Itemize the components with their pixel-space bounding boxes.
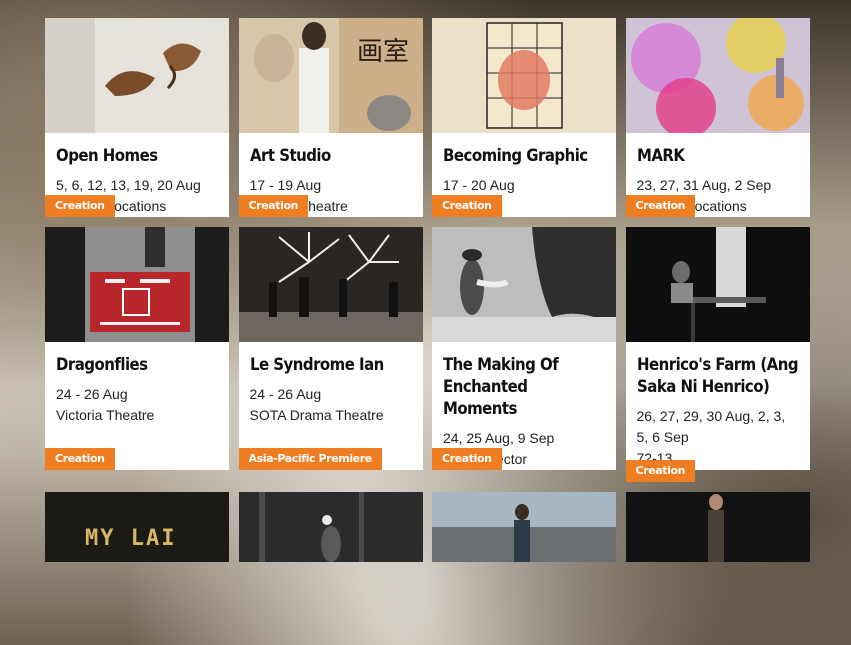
event-title[interactable]: Henrico's Farm (Ang Saka Ni Henrico) [637, 354, 800, 398]
event-dates: 24 - 26 Aug [56, 386, 128, 402]
event-grid: Open Homes 5, 6, 12, 13, 19, 20 Aug Vari… [45, 18, 810, 562]
event-title[interactable]: Le Syndrome Ian [250, 354, 413, 376]
event-dates: 17 - 19 Aug [249, 177, 322, 193]
event-card[interactable] [238, 492, 423, 562]
event-dates: 17 - 20 Aug [443, 177, 515, 193]
event-image[interactable] [625, 18, 810, 133]
category-tag: Asia-Pacific Premiere [238, 448, 382, 470]
event-dates: 23, 27, 31 Aug, 2 Sep [636, 177, 772, 193]
event-card[interactable] [432, 492, 616, 562]
event-dates: 24 - 26 Aug [249, 386, 322, 402]
event-image[interactable]: 画室 [238, 18, 423, 133]
category-tag: Creation [45, 448, 115, 470]
svg-text:画室: 画室 [357, 37, 409, 67]
event-title[interactable]: Art Studio [250, 145, 413, 167]
event-title[interactable]: The Making Of Enchanted Moments [443, 354, 606, 420]
event-image[interactable] [625, 492, 810, 562]
event-image[interactable]: MY LAI [45, 492, 229, 562]
category-tag: Creation [432, 448, 502, 470]
event-card[interactable]: Open Homes 5, 6, 12, 13, 19, 20 Aug Vari… [45, 18, 229, 217]
event-image[interactable] [432, 18, 616, 133]
event-image[interactable] [238, 492, 423, 562]
event-title[interactable]: Becoming Graphic [443, 145, 606, 167]
event-card[interactable]: Dragonflies 24 - 26 Aug Victoria Theatre… [45, 227, 229, 470]
event-image[interactable] [238, 227, 423, 342]
event-image[interactable] [45, 18, 229, 133]
event-image[interactable] [45, 227, 229, 342]
event-title[interactable]: MARK [637, 145, 800, 167]
category-tag: Creation [625, 195, 696, 217]
event-image[interactable] [625, 227, 810, 342]
event-title[interactable]: Open Homes [56, 145, 219, 167]
event-card[interactable]: 画室 Art Studio 17 - 19 Aug Victoria Theat… [238, 18, 423, 217]
event-venue: SOTA Drama Theatre [249, 407, 384, 423]
event-card[interactable]: Henrico's Farm (Ang Saka Ni Henrico) 26,… [625, 227, 810, 482]
event-dates: 24, 25 Aug, 9 Sep [443, 430, 555, 446]
event-image[interactable] [432, 492, 616, 562]
event-title[interactable]: Dragonflies [56, 354, 219, 376]
category-tag: Creation [432, 195, 502, 217]
my-lai-label: MY LAI [85, 526, 177, 551]
category-tag: Creation [625, 460, 696, 482]
event-venue: Victoria Theatre [56, 407, 155, 423]
event-card[interactable]: Becoming Graphic 17 - 20 Aug 72-13 Creat… [432, 18, 616, 217]
event-card[interactable]: MARK 23, 27, 31 Aug, 2 Sep Various Locat… [625, 18, 810, 217]
event-card[interactable] [625, 492, 810, 562]
row-gap [45, 217, 810, 227]
category-tag: Creation [45, 195, 115, 217]
category-tag: Creation [238, 195, 309, 217]
event-dates: 26, 27, 29, 30 Aug, 2, 3, 5, 6 Sep [636, 408, 786, 445]
event-dates: 5, 6, 12, 13, 19, 20 Aug [56, 177, 201, 193]
event-image[interactable] [432, 227, 616, 342]
event-card[interactable]: Le Syndrome Ian 24 - 26 Aug SOTA Drama T… [238, 227, 423, 470]
event-card[interactable]: MY LAI [45, 492, 229, 562]
event-card[interactable]: The Making Of Enchanted Moments 24, 25 A… [432, 227, 616, 470]
